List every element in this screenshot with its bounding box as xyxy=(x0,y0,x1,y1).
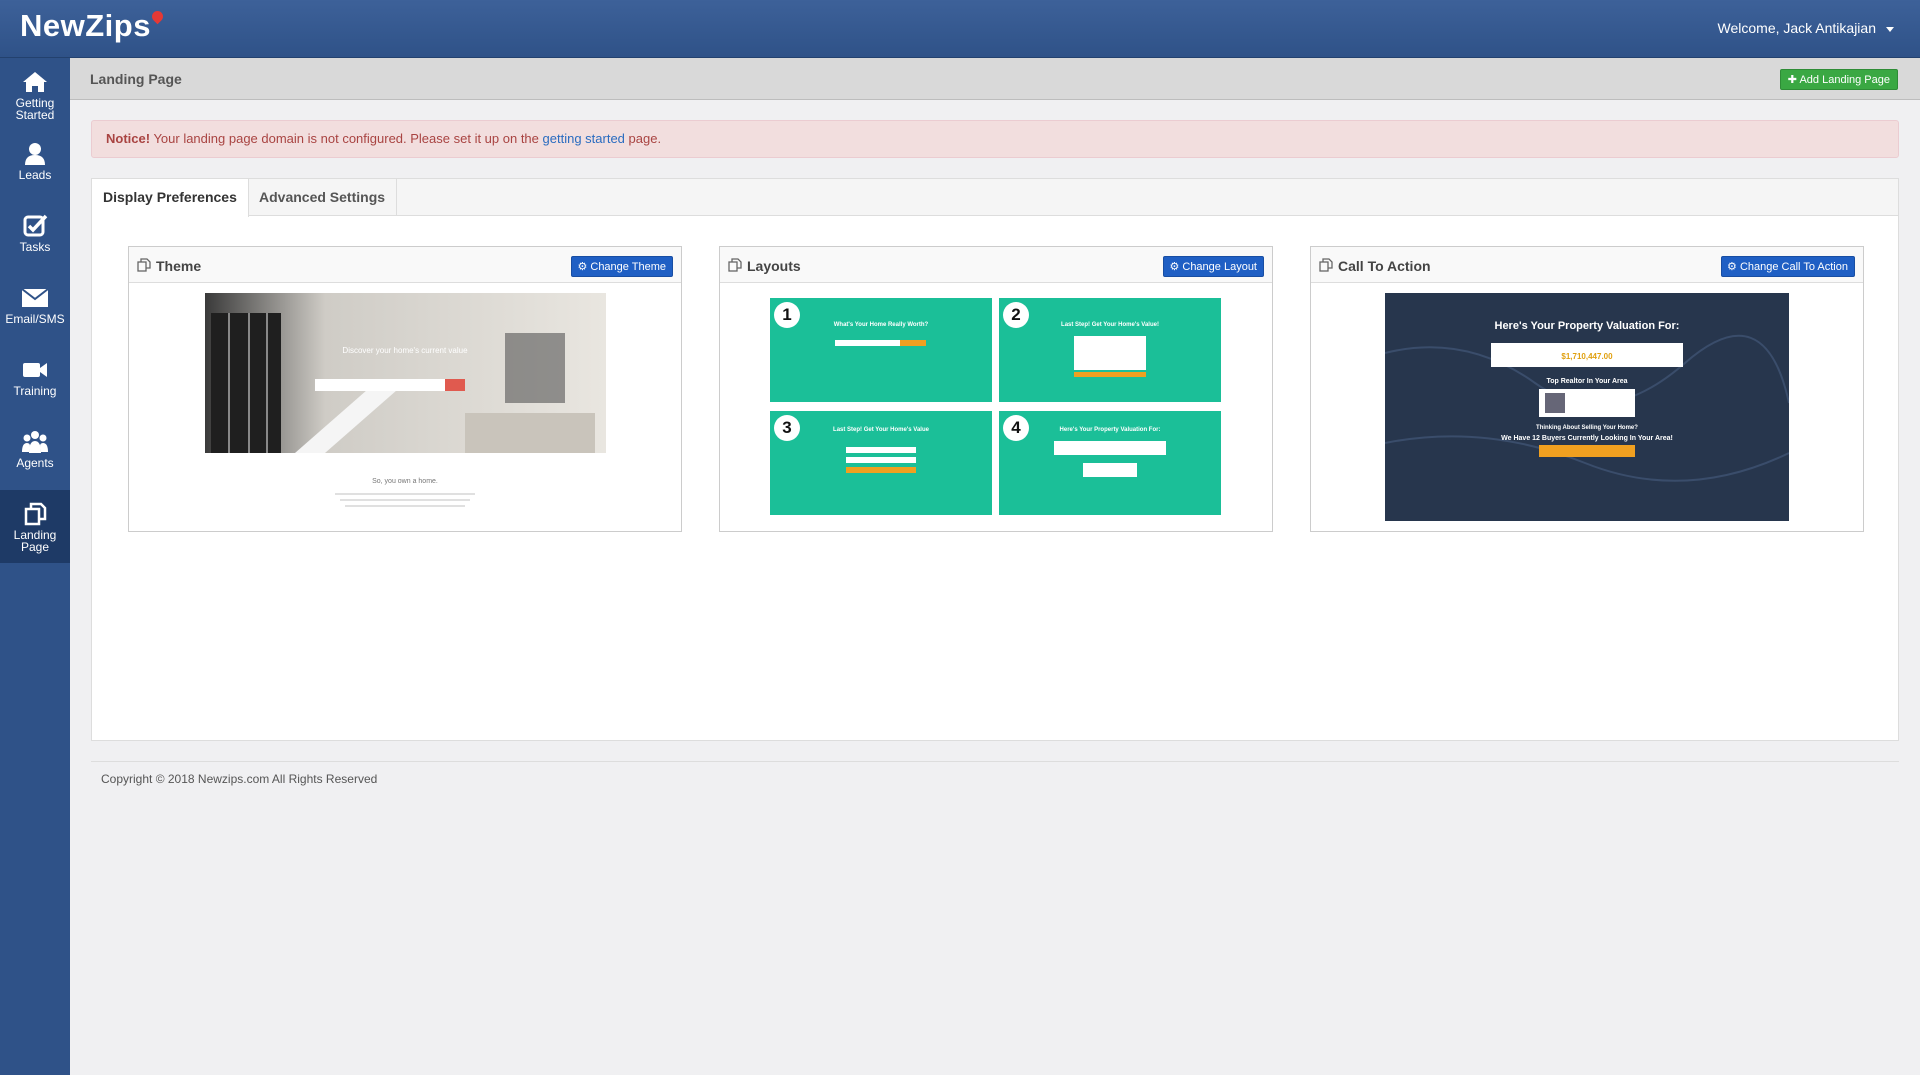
layout-option-3[interactable]: 3 Last Step! Get Your Home's Value xyxy=(770,411,992,515)
layout-option-2[interactable]: 2 Last Step! Get Your Home's Value! xyxy=(999,298,1221,402)
sidebar-item-leads[interactable]: Leads xyxy=(0,130,70,200)
gears-icon: ⚙ xyxy=(1169,261,1183,273)
svg-text:$1,710,447.00: $1,710,447.00 xyxy=(1561,352,1613,361)
gears-icon: ⚙ xyxy=(1727,261,1740,273)
svg-text:Discover your home's current v: Discover your home's current value xyxy=(342,346,468,355)
checkbox-icon xyxy=(23,214,48,237)
layout-number: 2 xyxy=(1003,302,1029,328)
user-icon xyxy=(25,143,45,165)
layouts-title: Layouts xyxy=(747,258,801,274)
change-theme-button[interactable]: ⚙ Change Theme xyxy=(571,256,673,277)
sidebar-item-getting-started[interactable]: Getting Started xyxy=(0,58,70,130)
footer-copyright: Copyright © 2018 Newzips.com All Rights … xyxy=(101,772,378,786)
svg-text:Here's Your Property Valuation: Here's Your Property Valuation For: xyxy=(1495,320,1680,332)
layouts-card: Layouts ⚙ Change Layout 1 What's Your Ho… xyxy=(719,246,1273,532)
page-title: Landing Page xyxy=(90,71,182,87)
call-to-action-preview-image[interactable]: Here's Your Property Valuation For: $1,7… xyxy=(1385,293,1789,521)
theme-preview-image[interactable]: Discover your home's current value So, y… xyxy=(205,293,606,523)
add-landing-page-button[interactable]: ✚ Add Landing Page xyxy=(1779,69,1898,90)
page-header: Landing Page ✚ Add Landing Page xyxy=(70,58,1920,100)
sidebar-item-landing-page[interactable]: Landing Page xyxy=(0,490,70,563)
video-camera-icon xyxy=(23,363,47,377)
sidebar-item-training[interactable]: Training xyxy=(0,346,70,416)
plus-icon: ✚ xyxy=(1787,74,1800,86)
copy-icon xyxy=(728,258,742,272)
tab-display-preferences[interactable]: Display Preferences xyxy=(92,179,249,217)
layout-option-4[interactable]: 4 Here's Your Property Valuation For: xyxy=(999,411,1221,515)
caret-down-icon xyxy=(1886,26,1894,32)
theme-title: Theme xyxy=(156,258,202,274)
copy-icon xyxy=(24,502,47,526)
notice-label: Notice! xyxy=(106,131,151,146)
change-layout-button[interactable]: ⚙ Change Layout xyxy=(1163,256,1264,277)
svg-text:We Have 12 Buyers Currently Lo: We Have 12 Buyers Currently Looking In Y… xyxy=(1501,435,1673,442)
theme-card: Theme ⚙ Change Theme Discover your home'… xyxy=(128,246,682,532)
call-to-action-graphic: Here's Your Property Valuation For: $1,7… xyxy=(1385,293,1789,521)
theme-preview-graphic: Discover your home's current value So, y… xyxy=(205,293,606,507)
getting-started-link[interactable]: getting started xyxy=(543,131,625,146)
footer-divider xyxy=(91,761,1899,762)
copy-icon xyxy=(1319,258,1333,272)
copy-icon xyxy=(137,258,151,272)
top-navbar: NewZips Welcome, Jack Antikajian xyxy=(0,0,1920,58)
gears-icon: ⚙ xyxy=(577,261,591,273)
svg-text:Top Realtor In Your Area: Top Realtor In Your Area xyxy=(1546,378,1627,385)
home-icon xyxy=(23,72,47,92)
sidebar-item-tasks[interactable]: Tasks xyxy=(0,202,70,272)
tab-advanced-settings[interactable]: Advanced Settings xyxy=(248,179,398,216)
call-to-action-card: Call To Action ⚙ Change Call To Action H… xyxy=(1310,246,1864,532)
sidebar-item-agents[interactable]: Agents xyxy=(0,418,70,488)
layouts-preview: 1 What's Your Home Really Worth? 2 Last … xyxy=(770,298,1222,524)
envelope-icon xyxy=(21,288,49,307)
map-pin-icon xyxy=(149,8,166,25)
layout-number: 1 xyxy=(774,302,800,328)
landing-page-panel: Display Preferences Advanced Settings Th… xyxy=(91,178,1899,741)
layout-option-1[interactable]: 1 What's Your Home Really Worth? xyxy=(770,298,992,402)
svg-text:So, you own a home.: So, you own a home. xyxy=(372,478,438,485)
app-logo[interactable]: NewZips xyxy=(20,8,166,44)
svg-text:Thinking About Selling Your Ho: Thinking About Selling Your Home? xyxy=(1536,425,1638,431)
layout-number: 3 xyxy=(774,415,800,441)
users-icon xyxy=(22,431,48,453)
notice-alert: Notice! Your landing page domain is not … xyxy=(91,120,1899,158)
change-call-to-action-button[interactable]: ⚙ Change Call To Action xyxy=(1721,256,1855,277)
tab-bar: Display Preferences Advanced Settings xyxy=(92,179,1898,217)
layout-number: 4 xyxy=(1003,415,1029,441)
sidebar-item-email-sms[interactable]: Email/SMS xyxy=(0,274,70,344)
user-menu[interactable]: Welcome, Jack Antikajian xyxy=(1718,20,1894,36)
call-to-action-title: Call To Action xyxy=(1338,258,1431,274)
sidebar: Getting Started Leads Tasks Email/SMS Tr… xyxy=(0,58,70,1075)
